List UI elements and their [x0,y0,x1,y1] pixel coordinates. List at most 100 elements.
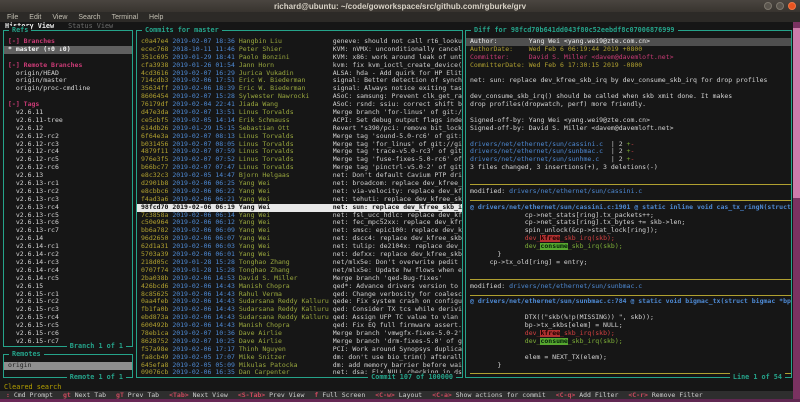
ref-item[interactable]: v2.6.14-rc1 [8,243,132,251]
ref-item[interactable]: v2.6.15-rc1 [8,291,132,299]
menu-item-terminal[interactable]: Terminal [112,14,138,21]
menu-item-search[interactable]: Search [78,14,100,21]
ref-item[interactable]: v2.6.13-rc1 [8,180,132,188]
ref-item[interactable]: origin/master [8,77,132,85]
commit-row[interactable]: 218d05c 2019-01-28 15:28 Tonghao Zhang n… [141,259,462,267]
diff-context-line[interactable]: } [470,362,791,370]
commit-row[interactable]: 6f64e3a 2019-02-07 08:13 Linus Torvalds … [141,133,462,141]
diff-text-line[interactable]: 3 files changed, 3 insertions(+), 3 dele… [470,164,791,172]
diff-context-line[interactable]: cp->net_stats[ring].tx_bytes += skb->len… [470,219,791,227]
terminal-scrollbar[interactable] [793,22,800,399]
ref-item[interactable]: v2.6.13-rc5 [8,212,132,220]
diff-hunk-header[interactable]: @ drivers/net/ethernet/sun/cassini.c:190… [470,204,791,212]
commit-row[interactable]: 0707f74 2019-01-28 15:28 Tonghao Zhang n… [141,267,462,275]
commit-row[interactable]: e8c32c3 2019-02-05 14:47 Bjorn Helgaas n… [141,172,462,180]
diff-modified-line[interactable]: modified: drivers/net/ethernet/sun/sunbm… [470,283,791,291]
diff-removed-line[interactable]: dev_kfree_skb_irq(skb); [470,330,791,338]
ref-item[interactable]: v2.6.13-rc4 [8,204,132,212]
commit-row[interactable]: c50e964 2019-02-06 06:12 Yang Wei net: f… [141,219,462,227]
commit-row[interactable]: 614db26 2019-01-29 15:15 Sebastian Ott R… [141,125,462,133]
commit-row[interactable]: ebd873a 2019-02-06 14:43 Sudarsana Reddy… [141,314,462,322]
ref-item[interactable]: v2.6.13-rc2 [8,188,132,196]
diff-meta-line[interactable]: Committer: David S. Miller <davem@daveml… [470,54,791,62]
diff-removed-line[interactable]: dev_kfree_skb_irq(skb); [470,235,791,243]
commit-row[interactable]: 8628752 2019-02-07 10:25 Dave Airlie Mer… [141,338,462,346]
commit-row[interactable]: 351c695 2019-01-29 18:41 Paolo Bonzini K… [141,54,462,62]
diff-text-line[interactable]: Signed-off-by: Yang Wei <yang.wei9@zte.c… [470,117,791,125]
minimize-icon[interactable] [764,2,772,10]
commit-row[interactable]: 426bcd6 2019-02-06 14:43 Manish Chopra q… [141,283,462,291]
ref-item[interactable]: v2.6.11 [8,109,132,117]
commit-row[interactable]: 98fcd70 2019-02-06 06:19 Yang Wei net: s… [137,204,462,212]
ref-item[interactable]: v2.6.13-rc7 [8,227,132,235]
ref-item[interactable]: origin/HEAD [8,70,132,78]
commit-row[interactable]: 96d2650 2019-02-06 06:07 Yang Wei net: d… [141,235,462,243]
ref-item[interactable]: v2.6.13-rc3 [8,196,132,204]
commit-row[interactable]: f4ad3a6 2019-02-06 06:21 Yang Wei net: t… [141,196,462,204]
diff-text-line[interactable]: dev_consume_skb_irq() should be called w… [470,93,791,101]
commit-row[interactable]: 78eb1ca 2019-02-07 10:36 Dave Airlie Mer… [141,330,462,338]
diff-context-line[interactable]: } [470,251,791,259]
commit-row[interactable]: 5703a39 2019-02-06 06:01 Yang Wei net: d… [141,251,462,259]
diff-context-line[interactable]: cp->net_stats[ring].tx_packets++; [470,212,791,220]
diff-context-line[interactable]: elem = NEXT_TX(elem); [470,354,791,362]
diff-stat-line[interactable]: drivers/net/ethernet/sun/sunhme.c | 2 +- [470,156,791,164]
commit-row[interactable]: 714cdb3 2019-02-06 17:51 Eric W. Biederm… [141,77,462,85]
commit-row[interactable]: cfa3938 2019-01-26 01:54 Jann Horn kvm: … [141,62,462,70]
commit-row[interactable]: c0a47e4 2019-02-07 18:36 Hangbin Liu gen… [141,38,462,46]
menu-item-view[interactable]: View [52,14,67,21]
commit-row[interactable]: 976e3f5 2019-02-07 07:52 Linus Torvalds … [141,156,462,164]
commit-row[interactable]: 4879f11 2019-02-07 07:59 Linus Torvalds … [141,148,462,156]
commit-row[interactable]: d2901b8 2019-02-06 06:25 Yang Wei net: b… [141,180,462,188]
commit-row[interactable]: 8c85625 2019-02-06 14:43 Rahul Verma qed… [141,291,462,299]
diff-text-line[interactable]: Signed-off-by: David S. Miller <davem@da… [470,125,791,133]
ref-item[interactable]: v2.6.15-rc5 [8,322,132,330]
ref-item[interactable]: * master (↑0 ↓0) [4,46,132,54]
ref-item[interactable]: v2.6.12-rc3 [8,141,132,149]
diff-panel[interactable]: Diff for 98fcd70b641dd043f80c52eebdf8c07… [465,30,792,378]
ref-item[interactable]: v2.6.15-rc3 [8,306,132,314]
commits-panel[interactable]: Commits for master c0a47e4 2019-02-07 18… [136,30,463,378]
ref-item[interactable]: v2.6.15-rc4 [8,314,132,322]
menu-item-help[interactable]: Help [149,14,163,21]
commit-row[interactable]: 62d1a31 2019-02-06 06:03 Yang Wei net: t… [141,243,462,251]
ref-item[interactable]: v2.6.11-tree [8,117,132,125]
ref-item[interactable]: v2.6.14 [8,235,132,243]
ref-item[interactable]: v2.6.12-rc4 [8,148,132,156]
diff-context-line[interactable]: bp->tx_skbs[elem] = NULL; [470,322,791,330]
commit-row[interactable]: e8cbbc6 2019-02-06 06:22 Yang Wei net: v… [141,188,462,196]
tab-status-view[interactable]: Status View [68,22,113,30]
ref-section-header[interactable]: [-] Tags [8,101,132,109]
ref-item[interactable]: v2.6.15-rc6 [8,330,132,338]
commit-row[interactable]: 645efa8 2019-02-05 05:09 Mikulas Patocka… [141,362,462,370]
commit-row[interactable]: d47e3da 2019-02-07 13:51 Linus Torvalds … [141,109,462,117]
menu-item-file[interactable]: File [7,14,18,21]
diff-context-line[interactable]: spin_unlock(&cp->stat_lock[ring]); [470,227,791,235]
close-icon[interactable] [788,2,796,10]
commit-row[interactable]: ce5cbf5 2019-02-05 14:14 Erik Schmauss A… [141,117,462,125]
commit-row[interactable]: b031456 2019-02-07 08:05 Linus Torvalds … [141,141,462,149]
diff-context-line[interactable]: cp->tx_old[ring] = entry; [470,259,791,267]
diff-context-line[interactable]: DTX(("skb(%!p(MISSING)) ", skb)); [470,314,791,322]
scrollbar-thumb[interactable] [793,28,800,198]
commit-row[interactable]: ecec768 2018-10-11 11:46 Peter Shier KVM… [141,46,462,54]
commit-row[interactable]: b66bc77 2019-02-07 07:47 Linus Torvalds … [141,164,462,172]
ref-item[interactable]: v2.6.15-rc2 [8,298,132,306]
ref-item[interactable]: v2.6.14-rc3 [8,259,132,267]
commit-row[interactable]: 0aa4feb 2019-02-06 14:43 Sudarsana Reddy… [141,298,462,306]
ref-section-header[interactable]: [-] Remote Branches [8,62,132,70]
ref-item[interactable]: v2.6.13 [8,172,132,180]
diff-meta-line[interactable]: CommitterDate: Wed Feb 6 17:30:15 2019 -… [470,62,791,70]
ref-item[interactable]: origin/proc-cmdline [8,85,132,93]
commit-row[interactable]: 600492b 2019-02-06 14:43 Manish Chopra q… [141,322,462,330]
ref-item[interactable]: origin [4,362,132,370]
commit-row[interactable]: 35634ff 2019-02-06 18:39 Eric W. Biederm… [141,85,462,93]
commit-row[interactable]: fa8cb49 2019-02-05 17:07 Mike Snitzer dm… [141,354,462,362]
ref-item[interactable]: v2.6.13-rc6 [8,219,132,227]
diff-text-line[interactable]: drop profiles(dropwatch, perf) more frie… [470,101,791,109]
diff-hunk-header[interactable]: @ drivers/net/ethernet/sun/sunbmac.c:784… [470,298,791,306]
commit-row[interactable]: bb6a782 2019-02-06 06:09 Yang Wei net: s… [141,227,462,235]
remotes-panel[interactable]: Remotes origin Remote 1 of 1 [3,354,133,378]
refs-panel[interactable]: Refs [-] Branches* master (↑0 ↓0) [-] Re… [3,30,133,347]
diff-author-line[interactable]: Author: Yang Wei <yang.wei9@zte.com.cn> [466,38,791,46]
